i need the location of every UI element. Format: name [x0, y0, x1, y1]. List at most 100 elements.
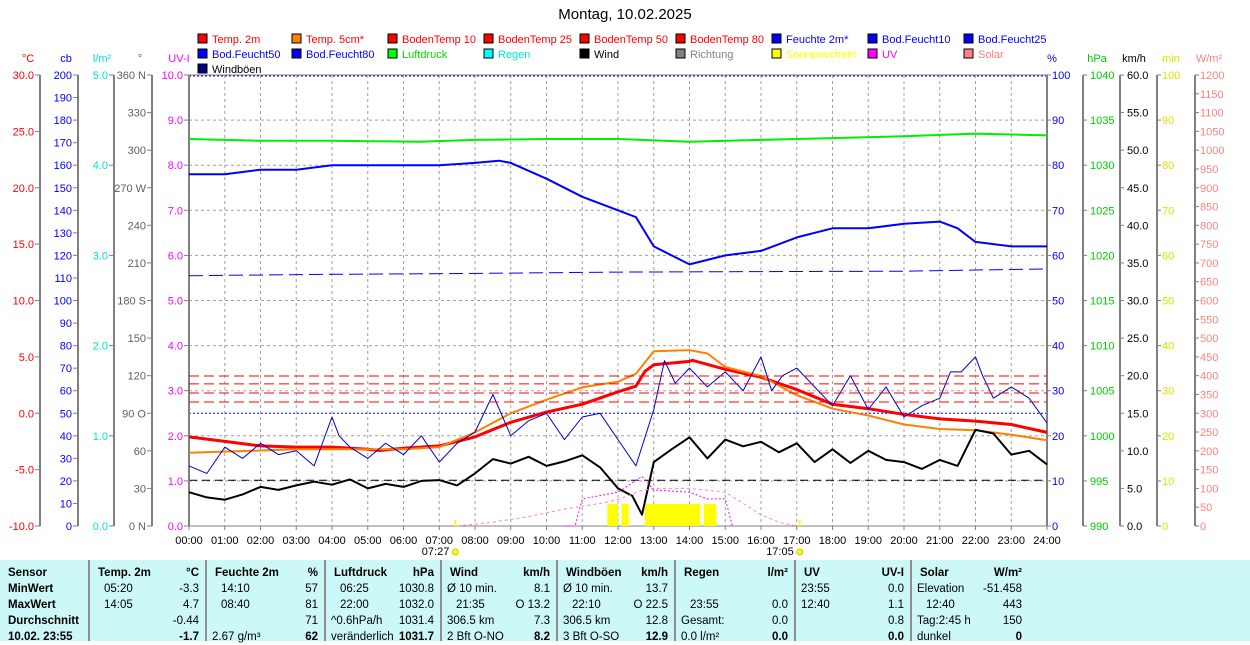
legend-label: Temp. 5cm*: [306, 34, 365, 46]
axis-tick-label: 90: [60, 318, 72, 330]
axis-tick-label: 50: [1200, 502, 1212, 514]
axis-tick-label: 30: [134, 483, 146, 495]
axis-tick-label: 1035: [1090, 115, 1114, 127]
axis-tick-label: 0.0: [1127, 521, 1142, 533]
axis-tick-label: 0: [1200, 521, 1206, 533]
legend-item: BodenTemp 50: [579, 33, 668, 46]
x-tick-label: 11:00: [569, 535, 596, 547]
legend-item: Regen: [483, 48, 530, 61]
axis-tick-label: 80: [1052, 160, 1064, 172]
cell-label: veränderlich: [331, 631, 394, 643]
legend-label: Regen: [498, 49, 530, 61]
axis-tick-label: 30: [60, 453, 72, 465]
axis-tick-label: 90: [1162, 115, 1174, 127]
axis-tick-label: 40: [1162, 341, 1174, 353]
sunset-label: 17:05: [766, 546, 794, 558]
legend-label: Richtung: [690, 49, 733, 61]
axis-tick-label: 650: [1200, 277, 1218, 289]
axis-tick-label: 1000: [1200, 145, 1224, 157]
legend-swatch-icon: [291, 48, 302, 59]
sunshine-bar: [703, 504, 717, 526]
axis-tick-label: 20.0: [1127, 371, 1148, 383]
axis-tick-label: 1040: [1090, 70, 1114, 82]
x-tick-label: 01:00: [211, 535, 239, 547]
axis-tick-label: 300: [128, 145, 146, 157]
cell-value: -3.3: [179, 583, 199, 595]
x-tick-label: 24:00: [1033, 535, 1061, 547]
axis-tick-label: 1200: [1200, 70, 1224, 82]
legend-item: BodenTemp 10: [387, 33, 476, 46]
cell-value: 0.0: [772, 615, 788, 627]
cell-label: 14:10: [221, 583, 250, 595]
column-unit: km/h: [641, 567, 668, 579]
legend-label: Feuchte 2m*: [786, 34, 849, 46]
axis-tick-label: 20: [60, 476, 72, 488]
cell-value: 12.9: [645, 631, 668, 643]
axis-tick-label: 80: [60, 341, 72, 353]
legend-item: Wind: [579, 48, 619, 61]
axis-tick-label: 210: [128, 258, 146, 270]
axis-tick-label: 200: [1200, 446, 1218, 458]
axis-tick-label: 15.0: [1127, 408, 1148, 420]
legend-label: BodenTemp 80: [690, 34, 764, 46]
axis-unit-label: hPa: [1087, 53, 1107, 65]
legend-swatch-icon: [387, 48, 398, 59]
sunrise-label: 07:27: [422, 546, 450, 558]
legend-swatch-icon: [197, 63, 208, 74]
table-column: Solar W/m² Elevation -51.458 12:40 443 Tag:2:4…: [912, 560, 1028, 643]
axis-tick-label: 60: [1162, 250, 1174, 262]
x-tick-label: 02:00: [247, 535, 275, 547]
cell-value: 62: [305, 631, 318, 643]
cell-label: 2.67 g/m³: [212, 631, 261, 643]
x-tick-label: 04:00: [318, 535, 346, 547]
axis-tick-label: 10.0: [1127, 446, 1148, 458]
cell-value: 1.1: [888, 599, 904, 611]
cell-label: Tag:2:45 h: [917, 615, 971, 627]
x-tick-label: 19:00: [854, 535, 882, 547]
axis-tick-label: 100: [54, 296, 72, 308]
axis-tick-label: 120: [128, 371, 146, 383]
axis-tick-label: 120: [54, 250, 72, 262]
row-label: MinWert: [8, 583, 54, 595]
axis-tick-label: 50: [1052, 296, 1064, 308]
axis-tick-label: 30: [1162, 386, 1174, 398]
legend-label: Bod.Feucht10: [882, 34, 951, 46]
axis-tick-label: 150: [54, 183, 72, 195]
cell-value: 0.0: [888, 631, 904, 643]
x-tick-label: 22:00: [962, 535, 990, 547]
cell-value: 81: [305, 599, 318, 611]
column-unit: l/m²: [767, 567, 788, 579]
x-tick-label: 03:00: [282, 535, 310, 547]
column-unit: km/h: [523, 567, 550, 579]
legend-swatch-icon: [483, 33, 494, 44]
legend-label: Solar: [978, 49, 1004, 61]
statistics-table: Sensor MinWert MaxWert Durchschnitt 10.02. 2…: [0, 560, 1250, 643]
axis-tick-label: 750: [1200, 239, 1218, 251]
row-label: Durchschnitt: [8, 615, 79, 627]
cell-value: 57: [305, 583, 318, 595]
x-tick-label: 08:00: [461, 535, 489, 547]
weather-chart: Temp. 2m Temp. 5cm* BodenTemp 10 BodenTemp …: [9, 33, 1224, 558]
cell-value: 12.8: [645, 615, 668, 627]
cell-label: Gesamt:: [681, 615, 725, 627]
axis-tick-label: 30.0: [13, 70, 34, 82]
axis-tick-label: 1.0: [168, 476, 183, 488]
axis-tick-label: 1020: [1090, 250, 1114, 262]
cell-label: 306.5 km: [563, 615, 611, 627]
axis-tick-label: 360 N: [117, 70, 146, 82]
legend-swatch-icon: [771, 48, 782, 59]
axis-tick-label: 600: [1200, 296, 1218, 308]
legend-item: Sonnenschein: [771, 48, 856, 61]
axis-tick-label: 990: [1090, 521, 1108, 533]
cell-value: 0.8: [888, 615, 904, 627]
axis-tick-label: 1000: [1090, 431, 1114, 443]
legend-label: Windböen: [212, 64, 262, 76]
cell-label: 08:40: [221, 599, 250, 611]
x-tick-label: 20:00: [890, 535, 918, 547]
cell-label: 14:05: [104, 599, 133, 611]
column-header: Temp. 2m: [98, 567, 151, 579]
cell-label: 23:55: [690, 599, 719, 611]
table-column: Feuchte 2m% 14:10 57 08:40 81 71 2.67 g/m³ 62: [207, 560, 326, 643]
legend-swatch-icon: [579, 48, 590, 59]
axis-tick-label: 7.0: [168, 205, 183, 217]
